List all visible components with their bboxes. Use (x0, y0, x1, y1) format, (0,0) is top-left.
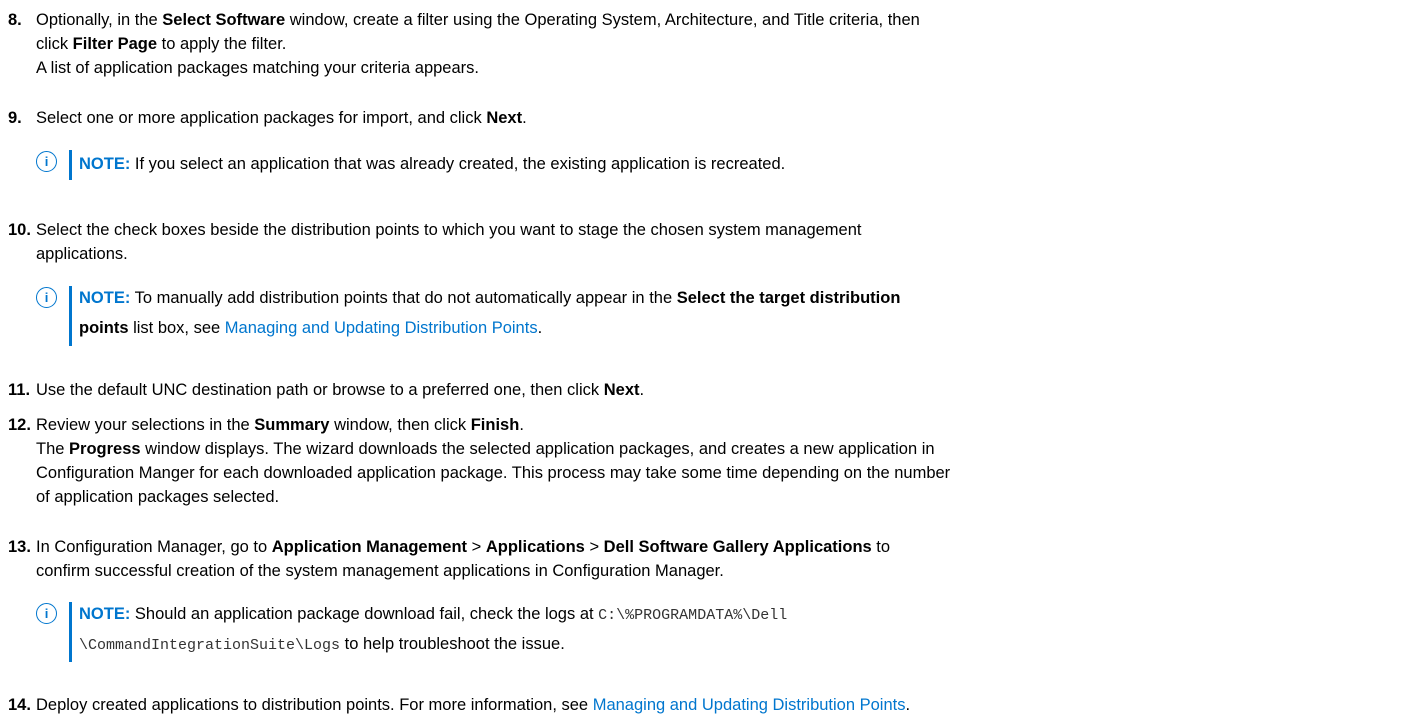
ui-term: Progress (69, 440, 141, 458)
text: Review your selections in the (36, 416, 255, 434)
ui-term: Summary (254, 416, 330, 434)
note-text: To manually add distribution points that… (130, 289, 677, 307)
note-bar (69, 286, 72, 346)
note-text: list box, see (128, 319, 225, 337)
text: Deploy created applications to distribut… (36, 696, 593, 714)
ui-term: points (79, 319, 129, 337)
text: Use the default UNC destination path or … (36, 381, 604, 399)
step-body: Select the check boxes beside the distri… (36, 218, 1386, 266)
text: The (36, 440, 70, 458)
step-number: 10. (8, 221, 31, 239)
step-number: 9. (8, 109, 22, 127)
step-body: In Configuration Manager, go to Applicat… (36, 535, 1386, 583)
text: Optionally, in the (36, 11, 163, 29)
step-body: Deploy created applications to distribut… (36, 693, 1386, 717)
log-path: C:\%PROGRAMDATA%\Dell (598, 607, 788, 624)
text: . (905, 696, 911, 714)
distribution-points-link[interactable]: Managing and Updating Distribution Point… (225, 319, 538, 337)
note-label: NOTE: (79, 605, 131, 623)
ui-term: Applications (485, 538, 585, 556)
text: In Configuration Manager, go to (36, 538, 272, 556)
text: applications. (36, 245, 128, 263)
ui-term: Next (603, 381, 640, 399)
step-number: 13. (8, 538, 31, 556)
info-icon: i (36, 603, 57, 624)
text: . (519, 416, 524, 434)
step-number: 12. (8, 416, 31, 434)
ui-term: Filter Page (72, 35, 158, 53)
text: Configuration Manger for each downloaded… (36, 464, 951, 482)
text: > (467, 538, 486, 556)
note-bar (69, 150, 72, 180)
note-text: . (537, 319, 543, 337)
text: . (522, 109, 527, 127)
ui-term: Next (486, 109, 523, 127)
text: confirm successful creation of the syste… (36, 562, 724, 580)
info-icon: i (36, 151, 57, 172)
text: to apply the filter. (157, 35, 287, 53)
text: Select one or more application packages … (36, 109, 487, 127)
ui-term: Select the target distribution (676, 289, 901, 307)
text: Select the check boxes beside the distri… (36, 221, 862, 239)
step-body: Optionally, in the Select Software windo… (36, 8, 1386, 80)
step-number: 14. (8, 696, 31, 714)
ui-term: Dell Software Gallery Applications (603, 538, 872, 556)
note-label: NOTE: (79, 155, 131, 173)
info-icon: i (36, 287, 57, 308)
text: window displays. The wizard downloads th… (140, 440, 935, 458)
step-number: 11. (8, 381, 31, 399)
note-text: to help troubleshoot the issue. (340, 635, 565, 653)
note-text: Should an application package download f… (130, 605, 599, 623)
note-bar (69, 602, 72, 662)
note-label: NOTE: (79, 289, 131, 307)
ui-term: Application Management (271, 538, 468, 556)
text: to (871, 538, 891, 556)
text: click (36, 35, 73, 53)
text: window, create a filter using the Operat… (285, 11, 920, 29)
text: . (639, 381, 645, 399)
ui-term: Select Software (162, 11, 286, 29)
result-text: A list of application packages matching … (36, 59, 479, 77)
step-body: Use the default UNC destination path or … (36, 378, 1386, 402)
step-body: Review your selections in the Summary wi… (36, 413, 1386, 509)
text: window, then click (329, 416, 471, 434)
distribution-points-link[interactable]: Managing and Updating Distribution Point… (593, 696, 906, 714)
step-number: 8. (8, 11, 22, 29)
note-text: If you select an application that was al… (130, 155, 786, 173)
ui-term: Finish (470, 416, 520, 434)
text: > (584, 538, 604, 556)
step-body: Select one or more application packages … (36, 106, 1386, 130)
text: of application packages selected. (36, 488, 280, 506)
log-path: \CommandIntegrationSuite\Logs (79, 637, 341, 654)
